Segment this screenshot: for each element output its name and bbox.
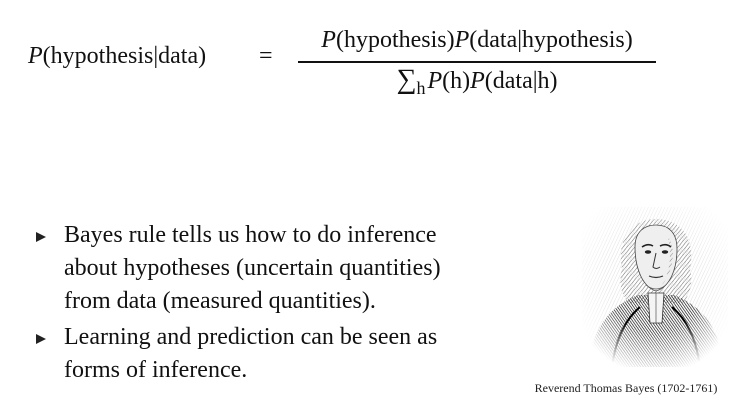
formula-num-p1: P — [321, 27, 336, 53]
bullet-line: from data (measured quantities). — [64, 288, 376, 314]
bullet-line: Bayes rule tells us how to do inference — [64, 222, 437, 248]
bullet-line: about hypotheses (uncertain quantities) — [64, 255, 441, 281]
formula-equals-sign: = — [259, 43, 273, 69]
triangle-bullet-icon — [36, 334, 46, 344]
formula-denominator: ∑hP(h)P(data|h) — [299, 66, 655, 99]
bullet-text: Bayes rule tells us how to do inference … — [64, 219, 534, 318]
portrait-caption: Reverend Thomas Bayes (1702-1761) — [534, 381, 718, 395]
formula-lhs-args: (hypothesis|data) — [42, 43, 207, 69]
formula-num-args2: (data|hypothesis) — [469, 27, 633, 53]
formula-den-args1: (h) — [442, 68, 471, 94]
formula-num-p2: P — [454, 27, 470, 53]
formula-den-p2: P — [470, 68, 485, 94]
formula-num-args1: (hypothesis) — [335, 27, 455, 53]
formula-numerator: P(hypothesis)P(data|hypothesis) — [299, 27, 655, 54]
portrait-image — [582, 207, 728, 367]
bullet-line: forms of inference. — [64, 357, 248, 383]
bullet-line: Learning and prediction can be seen as — [64, 324, 438, 350]
formula-lhs: P(hypothesis|data) — [28, 43, 206, 70]
fraction-bar — [298, 61, 656, 63]
triangle-bullet-icon — [36, 232, 46, 242]
formula-lhs-p: P — [28, 43, 43, 69]
formula-den-p1: P — [427, 68, 443, 94]
summation-symbol: ∑ — [396, 64, 417, 95]
summation-index: h — [416, 78, 426, 98]
bullet-text: Learning and prediction can be seen as f… — [64, 321, 534, 387]
formula-den-args2: (data|h) — [484, 68, 558, 94]
slide: P(hypothesis|data) = P(hypothesis)P(data… — [0, 0, 738, 405]
